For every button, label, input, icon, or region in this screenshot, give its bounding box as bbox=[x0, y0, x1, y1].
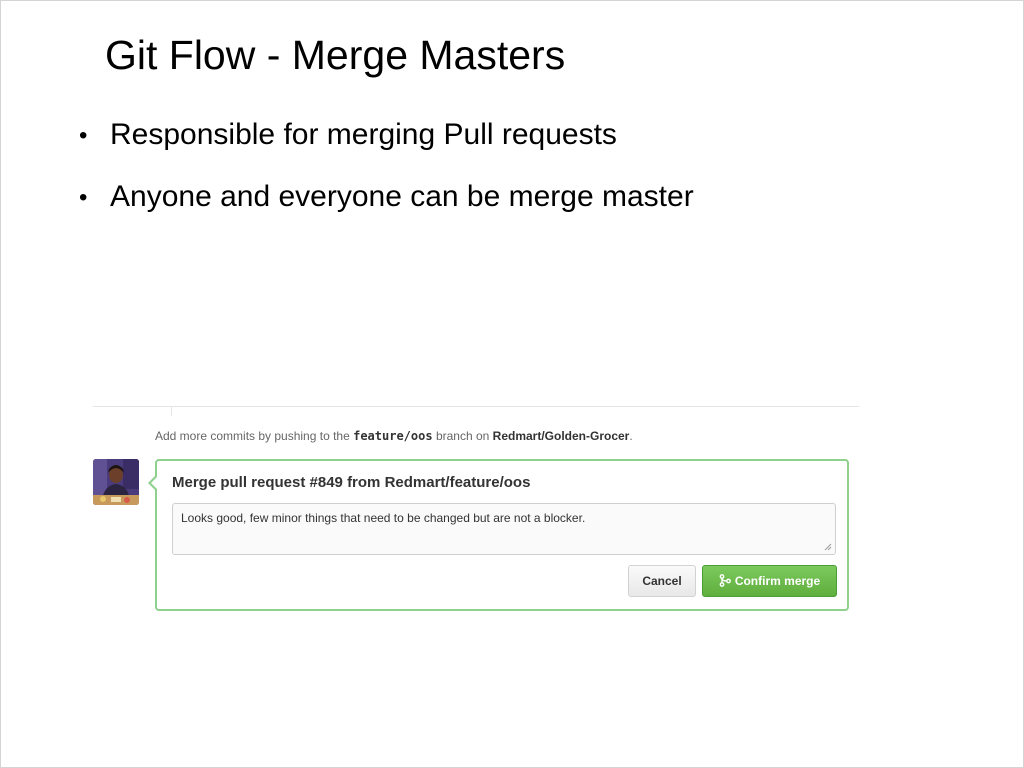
merge-commit-title[interactable]: Merge pull request #849 from Redmart/fea… bbox=[172, 473, 530, 493]
merge-message-text: Looks good, few minor things that need t… bbox=[181, 511, 586, 525]
bullet-text: Responsible for merging Pull requests bbox=[110, 118, 617, 151]
git-merge-icon bbox=[719, 574, 731, 588]
cancel-button[interactable]: Cancel bbox=[628, 565, 696, 597]
divider-tick bbox=[171, 406, 172, 416]
speech-pointer-inner bbox=[151, 477, 157, 489]
merge-form: Merge pull request #849 from Redmart/fea… bbox=[148, 459, 849, 611]
slide: Git Flow - Merge Masters • Responsible f… bbox=[0, 0, 1024, 768]
repo-link[interactable]: Redmart/Golden-Grocer bbox=[493, 429, 630, 443]
divider bbox=[93, 406, 859, 407]
bullet-text: Anyone and everyone can be merge master bbox=[110, 180, 694, 213]
avatar[interactable] bbox=[93, 459, 139, 505]
hint-prefix: Add more commits by pushing to the bbox=[155, 429, 350, 443]
merge-message-textarea[interactable]: Looks good, few minor things that need t… bbox=[172, 503, 836, 555]
resize-grip-icon[interactable] bbox=[824, 543, 832, 551]
confirm-merge-button[interactable]: Confirm merge bbox=[702, 565, 837, 597]
branch-name: feature/oos bbox=[353, 429, 433, 443]
hint-suffix: . bbox=[629, 429, 633, 443]
slide-title: Git Flow - Merge Masters bbox=[105, 32, 566, 78]
confirm-merge-label: Confirm merge bbox=[734, 574, 821, 588]
hint-middle: branch on bbox=[435, 429, 490, 443]
bullet-dot: • bbox=[79, 122, 88, 149]
push-hint: Add more commits by pushing to the featu… bbox=[155, 428, 633, 444]
avatar-image bbox=[93, 459, 139, 505]
github-merge-screenshot: Add more commits by pushing to the featu… bbox=[87, 403, 859, 623]
bullet-dot: • bbox=[79, 184, 88, 211]
